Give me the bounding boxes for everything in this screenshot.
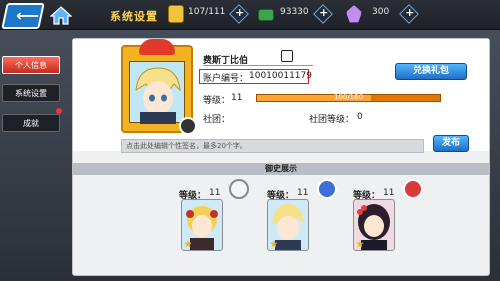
edit-name-icon[interactable] <box>281 50 293 62</box>
guild-label: 社团： <box>203 115 231 125</box>
sidebar-item-profile[interactable]: 个人信息 <box>2 56 60 74</box>
add-crystal-button[interactable]: + <box>399 4 419 24</box>
page-title: 系统设置 <box>110 10 158 23</box>
crystal-icon <box>346 5 362 23</box>
character-card[interactable] <box>353 199 395 251</box>
sidebar-item-achievements[interactable]: 成就 <box>2 114 60 132</box>
shield-skill-icon <box>317 179 337 199</box>
signature-input[interactable]: 点击此处编辑个性签名，最多20个字。 <box>121 139 424 153</box>
exp-bar: 100/160 <box>256 93 441 102</box>
redeem-gift-button[interactable]: 兑换礼包 <box>395 63 467 80</box>
glove-skill-icon <box>229 179 249 199</box>
profile-panel: 费斯丁比伯 账户编号： 10010011179 兑换礼包 等级： 11 100/… <box>72 38 490 276</box>
crystal-count: 300 <box>372 7 390 17</box>
notification-dot <box>56 108 62 114</box>
card-level-value: 11 <box>383 188 395 198</box>
sidebar-item-label: 成就 <box>23 119 39 128</box>
back-arrow-icon: ⟵ <box>16 6 40 25</box>
character-portrait-icon <box>135 67 181 124</box>
guild-level-label: 社团等级： <box>309 115 355 125</box>
add-cash-button[interactable]: + <box>313 4 333 24</box>
avatar-portrait <box>129 61 185 124</box>
add-coin-button[interactable]: + <box>229 4 249 24</box>
card-level-value: 11 <box>297 188 309 198</box>
avatar[interactable] <box>121 39 197 135</box>
sidebar-item-settings[interactable]: 系统设置 <box>2 84 60 102</box>
showcase-title: 御史展示 <box>265 164 297 173</box>
sidebar-item-label: 个人信息 <box>15 61 47 70</box>
account-id-value: 10010011179 <box>249 71 312 81</box>
name-underline <box>203 65 313 66</box>
fist-skill-icon <box>403 179 423 199</box>
character-card[interactable] <box>267 199 309 251</box>
character-card[interactable] <box>181 199 223 251</box>
home-icon[interactable] <box>50 5 72 25</box>
showcase-divider: 御史展示 <box>73 163 489 175</box>
cash-icon <box>258 9 274 21</box>
change-avatar-icon[interactable] <box>179 117 197 135</box>
level-value: 11 <box>231 93 243 103</box>
account-id-label: 账户编号： <box>203 74 249 84</box>
card-level-value: 11 <box>209 188 221 198</box>
sidebar-item-label: 系统设置 <box>15 89 47 98</box>
mushroom-icon <box>139 39 175 55</box>
top-bar: ⟵ 系统设置 107/111 + 93330 + 300 + <box>0 0 500 30</box>
exp-text: 100/160 <box>333 93 364 101</box>
back-button[interactable]: ⟵ <box>1 3 45 29</box>
coin-count: 107/111 <box>188 7 226 17</box>
level-label: 等级： <box>203 96 231 106</box>
publish-button[interactable]: 发布 <box>433 135 469 152</box>
cash-count: 93330 <box>280 7 309 17</box>
coin-icon <box>168 5 184 23</box>
guild-level-value: 0 <box>357 112 363 122</box>
